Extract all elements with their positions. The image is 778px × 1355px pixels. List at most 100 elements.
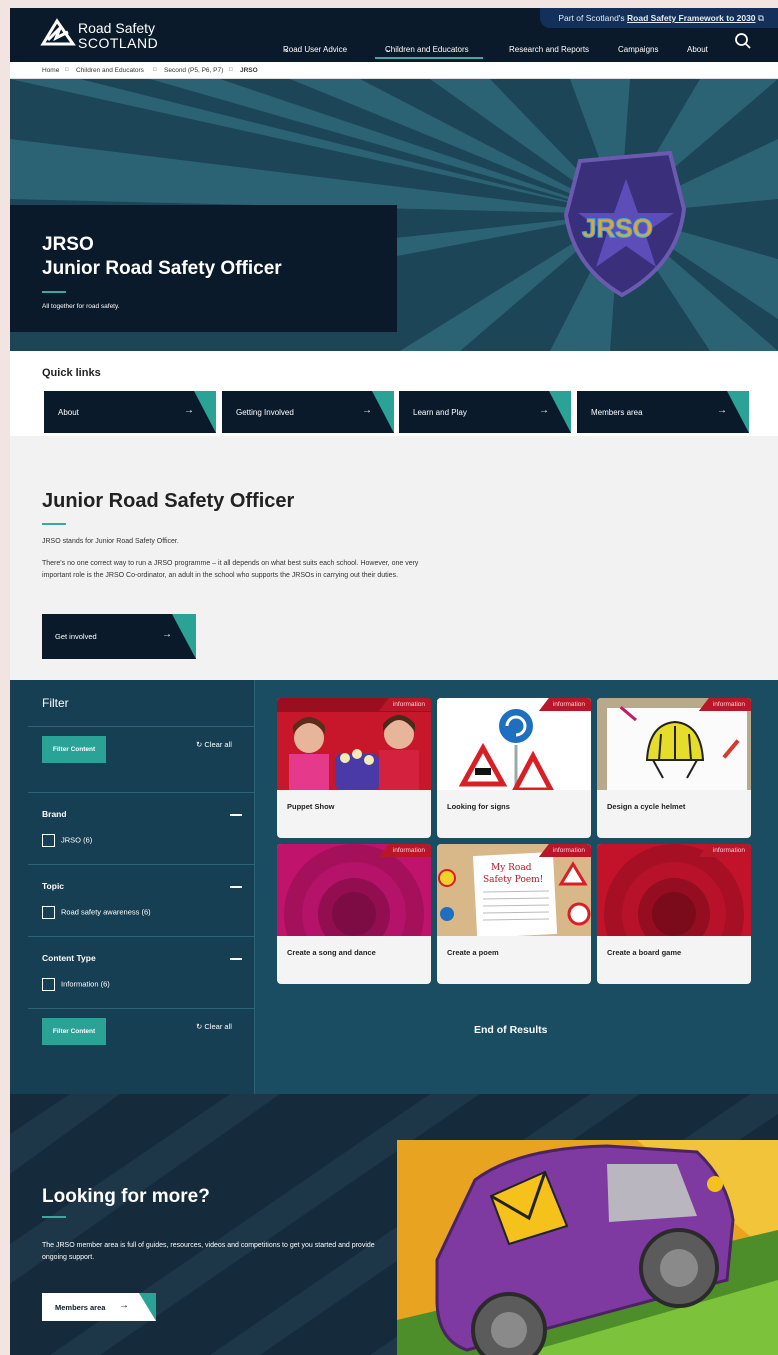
breadcrumb-home[interactable]: Home: [42, 67, 59, 74]
framework-link[interactable]: Road Safety Framework to 2030: [627, 13, 756, 23]
filter-group-brand[interactable]: Brand: [42, 809, 67, 819]
teal-corner-decoration: [139, 1293, 156, 1321]
hero-banner: JRSO JRSO Junior Road Safety Officer All…: [10, 79, 778, 351]
search-icon[interactable]: [734, 32, 752, 50]
breadcrumb-second[interactable]: Second (P5, P6, P7): [164, 67, 223, 74]
hero-title-line1: JRSO: [42, 234, 94, 255]
clear-all-label: Clear all: [204, 1022, 232, 1031]
road-signs-image: [437, 698, 591, 790]
members-area-label: Members area: [55, 1303, 106, 1312]
card-title: Design a cycle helmet: [607, 802, 686, 811]
filter-option-jrso[interactable]: JRSO (6): [42, 834, 92, 847]
main-nav: Road User Advice ⌄ Children and Educator…: [10, 45, 778, 59]
refresh-icon: ↻: [196, 1022, 203, 1031]
teal-corner-decoration: [194, 391, 216, 433]
quick-link-label: Learn and Play: [413, 408, 467, 417]
teal-corner-decoration: [549, 391, 571, 433]
checkbox[interactable]: [42, 978, 55, 991]
card-title: Create a board game: [607, 948, 682, 957]
intro-section: Junior Road Safety Officer JRSO stands f…: [10, 436, 778, 680]
filter-option-information[interactable]: Information (6): [42, 978, 110, 991]
purple-car-illustration: [397, 1140, 778, 1355]
card-title: Create a song and dance: [287, 948, 376, 957]
arrow-right-icon: →: [362, 405, 372, 416]
filter-group-content-type[interactable]: Content Type: [42, 953, 96, 963]
board-game-image: [597, 844, 751, 936]
logo-mark-icon: [40, 18, 76, 46]
quick-link-learn-and-play[interactable]: Learn and Play →: [399, 391, 571, 433]
checkbox[interactable]: [42, 834, 55, 847]
filter-divider: [28, 726, 255, 727]
filter-content-button-bottom[interactable]: Filter Content: [42, 1018, 106, 1045]
badge-text: JRSO: [582, 213, 653, 243]
arrow-right-icon: →: [717, 405, 727, 416]
filter-divider: [28, 864, 255, 865]
result-card-looking-for-signs[interactable]: information Looking for signs: [437, 698, 591, 838]
card-title: Looking for signs: [447, 802, 510, 811]
nav-campaigns[interactable]: Campaigns: [618, 45, 658, 54]
quick-link-members-area[interactable]: Members area →: [577, 391, 749, 433]
nav-label: Children and Educators: [385, 45, 469, 54]
jrso-badge-icon: JRSO: [563, 150, 687, 298]
framework-prefix: Part of Scotland's: [558, 13, 625, 23]
filter-group-topic[interactable]: Topic: [42, 881, 64, 891]
filter-option-road-safety-awareness[interactable]: Road safety awareness (6): [42, 906, 151, 919]
filter-title: Filter: [42, 696, 69, 710]
hero-card: JRSO Junior Road Safety Officer All toge…: [10, 205, 397, 332]
clear-all-button[interactable]: ↻ Clear all: [196, 740, 232, 749]
quick-links-section: Quick links About → Getting Involved → L…: [10, 351, 778, 436]
collapse-minus-icon[interactable]: [230, 886, 242, 888]
breadcrumb-separator-icon: □: [65, 67, 69, 73]
filter-content-button[interactable]: Filter Content: [42, 736, 106, 763]
framework-banner[interactable]: Part of Scotland's Road Safety Framework…: [540, 8, 778, 28]
arrow-right-icon: →: [162, 629, 172, 640]
breadcrumb-separator-icon: □: [229, 67, 233, 73]
quick-link-about[interactable]: About →: [44, 391, 216, 433]
result-card-puppet-show[interactable]: information Puppet Show: [277, 698, 431, 838]
hero-title-line2: Junior Road Safety Officer: [42, 258, 282, 279]
checkbox[interactable]: [42, 906, 55, 919]
nav-label: Road User Advice: [283, 45, 348, 54]
looking-for-more-section: Looking for more? The JRSO member area i…: [10, 1094, 778, 1355]
arrow-right-icon: →: [119, 1300, 129, 1311]
nav-research-reports[interactable]: Research and Reports: [509, 45, 589, 54]
results-section: Filter Filter Content ↻ Clear all Brand …: [10, 680, 778, 1094]
nav-active-indicator: [375, 57, 483, 59]
intro-title: Junior Road Safety Officer: [42, 490, 295, 512]
clear-all-label: Clear all: [204, 740, 232, 749]
road-safety-poem-image: My Road Safety Poem!: [437, 844, 591, 936]
end-of-results: End of Results: [474, 1024, 548, 1036]
svg-text:Safety Poem!: Safety Poem!: [483, 875, 543, 885]
result-card-create-a-board-game[interactable]: information Create a board game: [597, 844, 751, 984]
result-card-create-a-song-and-dance[interactable]: information Create a song and dance: [277, 844, 431, 984]
puppet-show-image: [277, 698, 431, 790]
quick-link-label: Members area: [591, 408, 643, 417]
result-card-design-a-cycle-helmet[interactable]: information Design a cycle helmet: [597, 698, 751, 838]
intro-paragraph-1: JRSO stands for Junior Road Safety Offic…: [42, 538, 179, 545]
breadcrumb-separator-icon: □: [153, 67, 157, 73]
nav-road-user-advice[interactable]: Road User Advice ⌄: [283, 45, 347, 54]
get-involved-button[interactable]: Get involved →: [42, 614, 196, 659]
arrow-right-icon: →: [539, 405, 549, 416]
more-title: Looking for more?: [42, 1186, 210, 1207]
site-header: Part of Scotland's Road Safety Framework…: [10, 8, 778, 62]
members-area-button[interactable]: Members area →: [42, 1293, 156, 1321]
filter-panel: Filter Filter Content ↻ Clear all Brand …: [10, 680, 255, 1094]
hero-divider: [42, 291, 66, 293]
nav-about[interactable]: About: [687, 45, 708, 54]
song-and-dance-image: [277, 844, 431, 936]
collapse-minus-icon[interactable]: [230, 814, 242, 816]
teal-corner-decoration: [727, 391, 749, 433]
filter-divider: [28, 792, 255, 793]
arrow-right-icon: →: [184, 405, 194, 416]
nav-children-educators[interactable]: Children and Educators ⌄: [385, 45, 469, 54]
collapse-minus-icon[interactable]: [230, 958, 242, 960]
quick-link-getting-involved[interactable]: Getting Involved →: [222, 391, 394, 433]
clear-all-button-bottom[interactable]: ↻ Clear all: [196, 1022, 232, 1031]
result-card-create-a-poem[interactable]: My Road Safety Poem! information Create …: [437, 844, 591, 984]
filter-option-label: JRSO (6): [61, 835, 93, 845]
filter-option-label: Information (6): [61, 979, 110, 989]
breadcrumb-children[interactable]: Children and Educators: [76, 67, 144, 74]
cycle-helmet-image: [597, 698, 751, 790]
filter-option-label: Road safety awareness (6): [61, 907, 151, 917]
